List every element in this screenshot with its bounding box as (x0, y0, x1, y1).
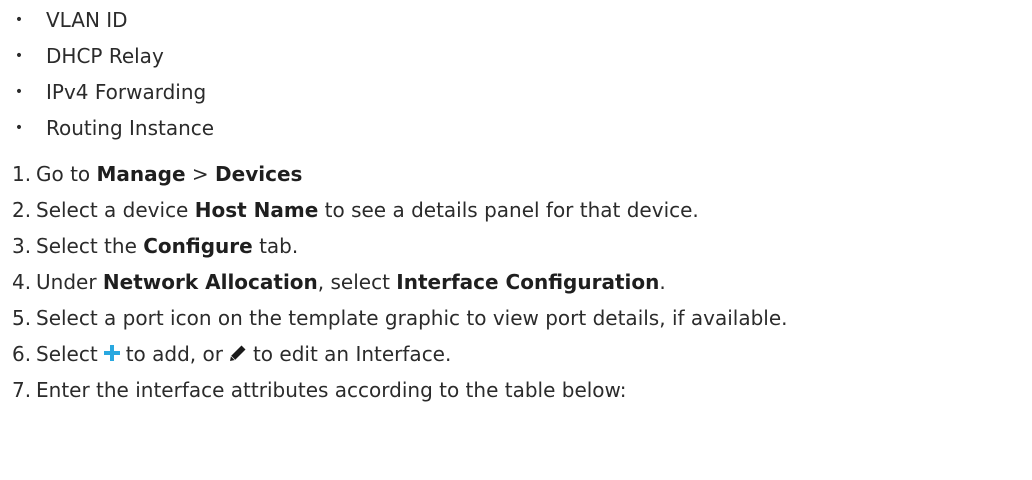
step-number: 4. (12, 270, 32, 294)
step-text: . (659, 270, 666, 294)
step-number: 2. (12, 198, 32, 222)
step-text: Select (36, 342, 98, 366)
document-body: • VLAN ID • DHCP Relay • IPv4 Forwarding… (0, 0, 1032, 480)
step-text: to see a details panel for that device. (318, 198, 699, 222)
step-text: , select (317, 270, 397, 294)
step-emphasis-network-allocation: Network Allocation (102, 270, 318, 294)
step-emphasis-manage: Manage (96, 162, 186, 186)
step-6: 6. Select to add, or to edit an Interface. (12, 336, 1032, 372)
step-number: 3. (12, 234, 32, 258)
step-emphasis-devices: Devices (215, 162, 303, 186)
bullet-dot: • (14, 120, 24, 136)
step-number: 6. (12, 342, 32, 366)
bullet-dot: • (14, 48, 24, 64)
step-text: Enter the interface attributes according… (36, 378, 627, 402)
step-3: 3. Select the Configure tab. (12, 228, 1032, 264)
step-text: Go to (36, 162, 97, 186)
bullet-item: • VLAN ID (12, 2, 1032, 38)
step-text: Select the (36, 234, 144, 258)
bullet-text: Routing Instance (46, 116, 215, 140)
step-emphasis-configure: Configure (143, 234, 253, 258)
step-7: 7. Enter the interface attributes accord… (12, 372, 1032, 408)
step-text: Select a port icon on the template graph… (36, 306, 788, 330)
step-emphasis-interface-configuration: Interface Configuration (396, 270, 660, 294)
bullet-item: • IPv4 Forwarding (12, 74, 1032, 110)
step-1: 1. Go to Manage > Devices (12, 156, 1032, 192)
step-2: 2. Select a device Host Name to see a de… (12, 192, 1032, 228)
bullet-text: DHCP Relay (46, 44, 164, 68)
bullet-dot: • (14, 84, 24, 100)
bullet-text: VLAN ID (46, 8, 128, 32)
step-4: 4. Under Network Allocation, select Inte… (12, 264, 1032, 300)
pencil-icon (229, 344, 247, 362)
step-text: tab. (252, 234, 299, 258)
step-emphasis-host-name: Host Name (194, 198, 319, 222)
step-number: 5. (12, 306, 32, 330)
bullet-text: IPv4 Forwarding (46, 80, 207, 104)
step-number: 7. (12, 378, 32, 402)
step-number: 1. (12, 162, 32, 186)
step-5: 5. Select a port icon on the template gr… (12, 300, 1032, 336)
step-text: Select a device (36, 198, 195, 222)
step-text: to add, or (125, 342, 223, 366)
plus-icon (103, 344, 120, 361)
bullet-dot: • (14, 12, 24, 28)
procedure-steps: 1. Go to Manage > Devices 2. Select a de… (12, 156, 1032, 408)
step-text: > (185, 162, 216, 186)
bullet-item: • DHCP Relay (12, 38, 1032, 74)
step-text: Under (36, 270, 103, 294)
attribute-bullet-list: • VLAN ID • DHCP Relay • IPv4 Forwarding… (12, 2, 1032, 146)
step-text: to edit an Interface. (252, 342, 452, 366)
bullet-item: • Routing Instance (12, 110, 1032, 146)
